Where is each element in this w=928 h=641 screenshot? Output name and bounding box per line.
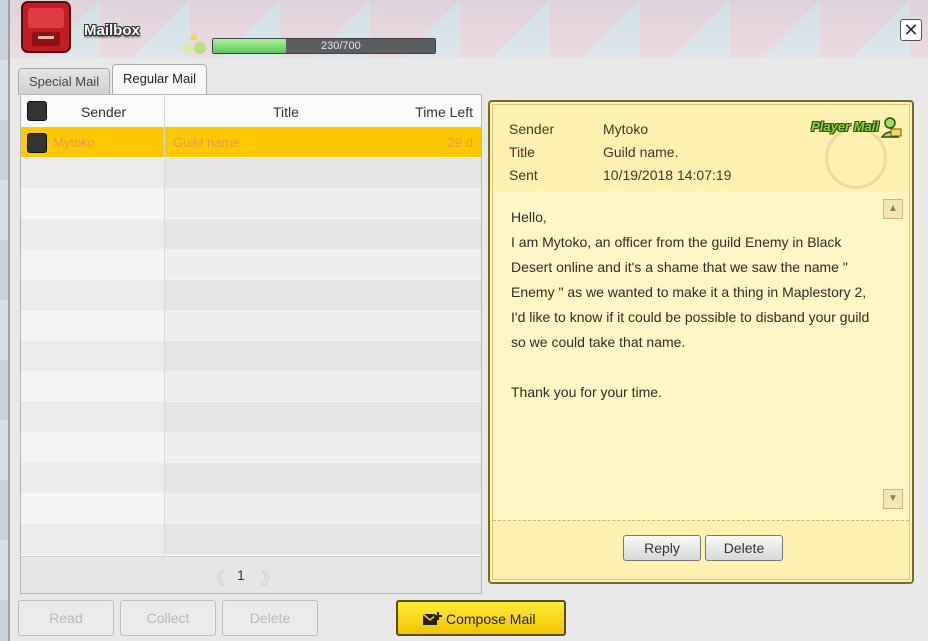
empty-row (21, 188, 481, 218)
empty-row-cell (21, 462, 164, 493)
delete-mail-button[interactable]: Delete (705, 535, 783, 561)
empty-row-cell (21, 249, 164, 279)
empty-row (21, 340, 481, 371)
empty-row (21, 401, 481, 432)
player-mail-badge: Player Mail (811, 119, 879, 134)
empty-row (21, 493, 481, 523)
table-row[interactable]: Mytoko Guild name. 29 d (21, 127, 481, 157)
mail-meta: Sender Mytoko Title Guild name. Sent 10/… (493, 105, 909, 192)
xp-bar-fill (213, 39, 286, 53)
row-sender: Mytoko (53, 135, 95, 150)
compose-mail-icon (422, 612, 442, 625)
list-rows: Mytoko Guild name. 29 d (21, 127, 481, 555)
sent-value: 10/19/2018 14:07:19 (603, 167, 732, 183)
empty-row (21, 157, 481, 188)
xp-bar-track: 230/700 (212, 38, 436, 54)
mail-body-text: Hello, I am Mytoko, an officer from the … (511, 205, 881, 405)
empty-row-cell (21, 493, 164, 523)
mail-list: Sender Title Time Left Mytoko Guild name… (20, 94, 482, 594)
postmark-stamp (825, 127, 887, 189)
mail-detail-actions: Reply Delete (493, 520, 909, 579)
empty-row-cell (21, 401, 164, 432)
title-value: Guild name. (603, 144, 679, 160)
empty-row-cell (21, 157, 164, 188)
empty-row (21, 249, 481, 279)
select-all-checkbox[interactable] (27, 101, 47, 121)
collect-button[interactable]: Collect (120, 600, 216, 636)
row-checkbox[interactable] (27, 133, 47, 153)
next-page-icon[interactable]: 》 (261, 565, 279, 591)
column-divider (164, 95, 165, 555)
close-icon: ✕ (903, 20, 919, 40)
empty-row (21, 523, 481, 554)
player-mail-icon (880, 117, 902, 138)
read-button[interactable]: Read (18, 600, 114, 636)
empty-row (21, 218, 481, 249)
delete-button[interactable]: Delete (222, 600, 318, 636)
row-title: Guild name. (173, 135, 244, 150)
window-title: Mailbox (84, 22, 140, 39)
sender-label: Sender (509, 121, 555, 137)
experience-bar: 230/700 (176, 30, 436, 56)
prev-page-icon[interactable]: 《 (207, 565, 225, 591)
xp-text: 230/700 (321, 40, 361, 52)
empty-row-cell (21, 432, 164, 462)
scroll-down-button[interactable]: ▼ (883, 489, 903, 509)
column-header-sender[interactable]: Sender (81, 104, 126, 120)
title-bar: Mailbox 230/700 ✕ (10, 0, 928, 58)
close-button[interactable]: ✕ (900, 19, 922, 41)
column-header-time-left[interactable]: Time Left (415, 104, 473, 120)
tab-special-mail[interactable]: Special Mail (18, 68, 111, 95)
empty-row (21, 279, 481, 310)
mailbox-window: Mailbox 230/700 ✕ Special Mail Regular M… (8, 0, 928, 641)
empty-row (21, 371, 481, 401)
title-label: Title (509, 144, 535, 160)
empty-row-cell (21, 340, 164, 371)
reply-button[interactable]: Reply (623, 535, 701, 561)
mail-body: Hello, I am Mytoko, an officer from the … (493, 191, 909, 523)
empty-row-cell (21, 188, 164, 218)
level-icon (182, 32, 206, 54)
page-number: 1 (237, 567, 245, 583)
pagination: 《 1 》 (21, 556, 481, 593)
column-header-title[interactable]: Title (273, 104, 299, 120)
empty-row-cell (21, 218, 164, 249)
mail-message: Hello, I am Mytoko, an officer from the … (511, 209, 870, 400)
mailbox-icon (21, 1, 71, 53)
empty-row (21, 462, 481, 493)
sent-label: Sent (509, 167, 538, 183)
sender-value: Mytoko (603, 121, 649, 137)
row-time-left: 29 d (447, 135, 473, 150)
compose-mail-button[interactable]: Compose Mail (396, 600, 566, 636)
empty-row-cell (21, 279, 164, 310)
empty-row (21, 310, 481, 340)
mail-detail: Sender Mytoko Title Guild name. Sent 10/… (488, 100, 914, 584)
tab-regular-mail[interactable]: Regular Mail (112, 64, 207, 95)
scroll-up-button[interactable]: ▲ (883, 199, 903, 219)
empty-row-cell (21, 371, 164, 401)
empty-row (21, 432, 481, 462)
list-header: Sender Title Time Left (21, 95, 481, 128)
empty-row-cell (21, 523, 164, 554)
compose-mail-label: Compose Mail (446, 611, 536, 627)
mail-paper: Sender Mytoko Title Guild name. Sent 10/… (492, 104, 910, 580)
empty-row-cell (21, 310, 164, 340)
